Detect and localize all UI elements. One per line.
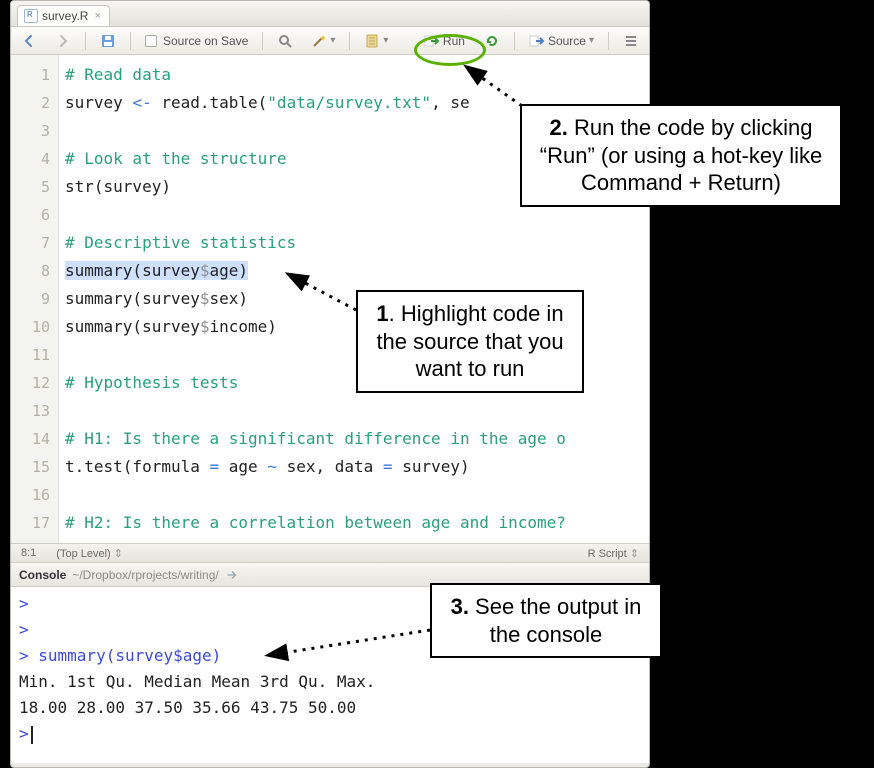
rerun-button[interactable] [480, 32, 504, 50]
console-call: summary(survey$age) [38, 646, 221, 665]
code-line[interactable]: # H2: Is there a correlation between age… [65, 509, 649, 537]
line-gutter: 1234567891011121314151617 [11, 55, 59, 543]
tab-filename: survey.R [42, 9, 88, 23]
language-selector[interactable]: R Script [588, 547, 639, 560]
code-line[interactable]: # H1: Is there a significant difference … [65, 425, 649, 453]
console-title: Console [19, 568, 66, 582]
console-prompt: > [19, 724, 29, 743]
cursor [31, 726, 33, 744]
r-file-icon [24, 9, 38, 23]
run-icon [424, 33, 440, 49]
notebook-icon [364, 33, 380, 49]
save-button[interactable] [96, 32, 120, 50]
code-line[interactable]: summary(survey$age) [65, 257, 649, 285]
callout-2-text: 2. Run the code by clicking “Run” (or us… [540, 115, 822, 195]
cursor-position: 8:1 [21, 547, 36, 559]
arrow-left-icon [21, 33, 37, 49]
separator [130, 32, 131, 50]
goto-dir-icon[interactable] [225, 568, 239, 582]
notebook-button[interactable]: ▾ [360, 32, 392, 50]
run-button[interactable]: Run [419, 31, 470, 51]
code-line[interactable]: # Read data [65, 61, 649, 89]
source-button[interactable]: Source ▾ [525, 32, 598, 50]
console-prompt: > [19, 620, 29, 639]
source-icon [529, 33, 545, 49]
code-line[interactable]: t.test(formula = age ~ sex, data = surve… [65, 453, 649, 481]
console-path: ~/Dropbox/rprojects/writing/ [72, 568, 218, 582]
annotation-callout-3: 3. See the output in the console [430, 583, 662, 658]
code-line[interactable] [65, 397, 649, 425]
code-line[interactable]: # Descriptive statistics [65, 229, 649, 257]
file-tab[interactable]: survey.R × [17, 5, 110, 26]
back-button[interactable] [17, 32, 41, 50]
separator [85, 32, 86, 50]
editor-statusbar: 8:1 (Top Level) R Script [11, 543, 649, 563]
forward-button[interactable] [51, 32, 75, 50]
console-output-header: Min. 1st Qu. Median Mean 3rd Qu. Max. [19, 669, 641, 695]
source-on-save-toggle[interactable]: Source on Save [141, 33, 252, 49]
editor-tabbar: survey.R × [11, 1, 649, 27]
source-label: Source [548, 34, 586, 48]
search-icon [277, 33, 293, 49]
source-on-save-label: Source on Save [163, 34, 248, 48]
separator [608, 32, 609, 50]
callout-3-text: 3. See the output in the console [451, 594, 642, 647]
code-line[interactable] [65, 481, 649, 509]
rerun-icon [484, 33, 500, 49]
checkbox-icon [145, 35, 157, 47]
outline-icon [623, 33, 639, 49]
close-icon[interactable]: × [94, 10, 100, 22]
annotation-callout-1: 1. Highlight code in the source that you… [356, 290, 584, 393]
run-label: Run [443, 34, 465, 48]
separator [349, 32, 350, 50]
console-output-values: 18.00 28.00 37.50 35.66 43.75 50.00 [19, 695, 641, 721]
callout-1-text: 1. Highlight code in the source that you… [376, 301, 563, 381]
console-prompt: > [19, 646, 38, 665]
wand-icon [311, 33, 327, 49]
editor-toolbar: Source on Save ▾ ▾ Run Source ▾ [11, 27, 649, 55]
wand-button[interactable]: ▾ [307, 32, 339, 50]
find-button[interactable] [273, 32, 297, 50]
separator [262, 32, 263, 50]
separator [514, 32, 515, 50]
outline-button[interactable] [619, 32, 643, 50]
save-icon [100, 33, 116, 49]
console-prompt: > [19, 594, 29, 613]
scope-selector[interactable]: (Top Level) [56, 548, 123, 560]
arrow-right-icon [55, 33, 71, 49]
annotation-callout-2: 2. Run the code by clicking “Run” (or us… [520, 104, 842, 207]
